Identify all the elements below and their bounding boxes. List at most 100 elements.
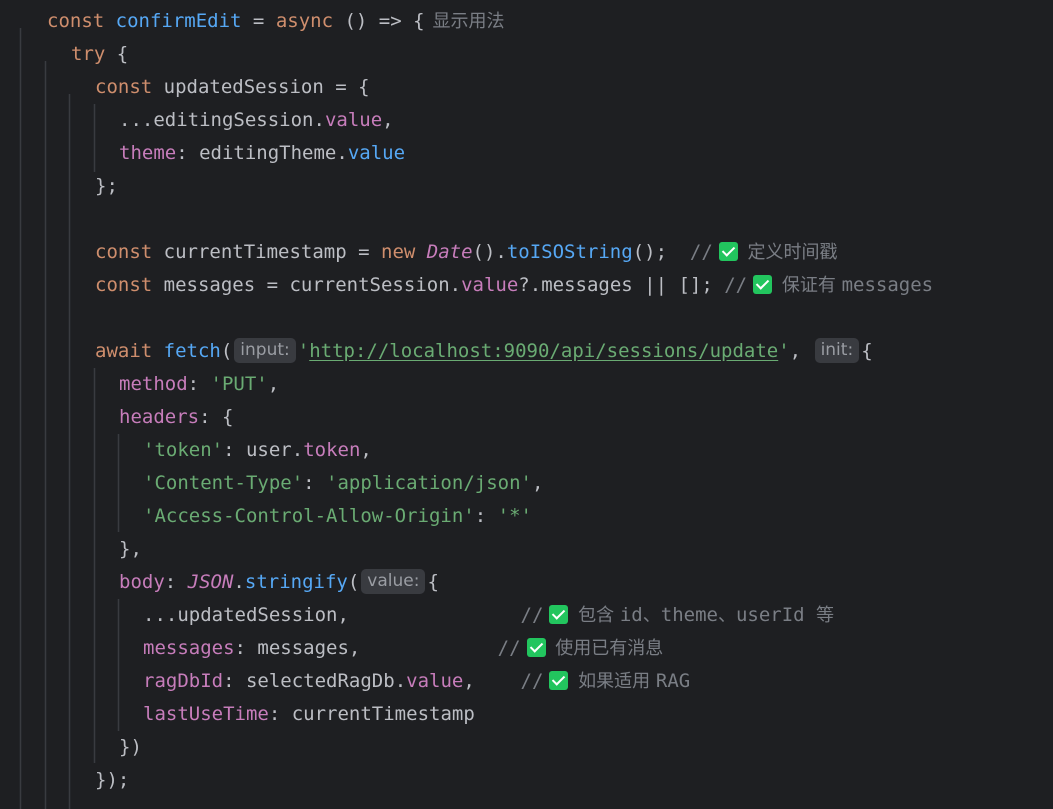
comment-token: // xyxy=(689,241,713,263)
identifier-token: editingTheme xyxy=(199,142,337,164)
property-token: body xyxy=(119,571,165,593)
identifier-token: currentTimestamp xyxy=(163,241,347,263)
code-line[interactable]: }) xyxy=(0,731,1053,764)
parameter-hint: input: xyxy=(234,338,296,363)
identifier-token: editingSession xyxy=(153,109,314,131)
property-token: value xyxy=(406,670,464,692)
comment-token: // xyxy=(520,670,544,692)
code-line[interactable]: body: JSON.stringify(value:{ xyxy=(0,566,1053,599)
punctuation-token: , xyxy=(463,670,521,692)
string-token: 'Access-Control-Allow-Origin' xyxy=(143,505,475,527)
code-line[interactable]: const messages = currentSession.value?.m… xyxy=(0,269,1053,302)
punctuation-token: { xyxy=(105,43,129,65)
keyword-token: await xyxy=(95,340,164,362)
property-token: lastUseTime xyxy=(143,703,269,725)
comment-token: theme xyxy=(660,604,718,626)
class-token: Date xyxy=(426,241,473,263)
identifier-token: updatedSession xyxy=(177,604,338,626)
code-line[interactable]: const currentTimestamp = new Date().toIS… xyxy=(0,236,1053,269)
url-link[interactable]: http://localhost:9090/api/sessions/updat… xyxy=(309,340,778,362)
punctuation-token: () => { xyxy=(333,10,425,32)
punctuation-token: = { xyxy=(323,76,370,98)
code-line[interactable]: ragDbId: selectedRagDb.value, // 如果适用 RA… xyxy=(0,665,1053,698)
punctuation-token: : xyxy=(176,142,200,164)
punctuation-token: || []; xyxy=(632,274,725,296)
class-token: JSON xyxy=(187,571,234,593)
code-line[interactable]: 'Content-Type': 'application/json', xyxy=(0,467,1053,500)
code-line[interactable]: method: 'PUT', xyxy=(0,368,1053,401)
code-editor[interactable]: const confirmEdit = async () => {显示用法 try… xyxy=(0,0,1053,809)
punctuation-token: : xyxy=(474,505,498,527)
punctuation-token: ( xyxy=(347,571,360,593)
property-token: token xyxy=(303,439,361,461)
string-token: 'token' xyxy=(143,439,224,461)
punctuation-token: : xyxy=(223,670,246,692)
comment-text: 包含 xyxy=(572,605,620,626)
comment-token: messages xyxy=(841,274,934,296)
code-line[interactable]: }; xyxy=(0,170,1053,203)
property-token: value xyxy=(324,109,383,131)
code-line[interactable]: theme: editingTheme.value xyxy=(0,137,1053,170)
code-line[interactable]: 'token': user.token, xyxy=(0,434,1053,467)
comment-text: 定义时间戳 xyxy=(741,242,838,263)
code-line[interactable]: ...updatedSession, // 包含 id、theme、userId… xyxy=(0,599,1053,632)
punctuation-token: = xyxy=(346,241,381,263)
punctuation-token: ... xyxy=(143,604,178,626)
identifier-token: currentSession xyxy=(289,274,450,296)
comment-text: 等 xyxy=(816,605,835,626)
punctuation-token: . xyxy=(313,109,325,131)
usage-inlay-hint[interactable]: 显示用法 xyxy=(433,11,505,32)
code-line[interactable] xyxy=(0,203,1053,236)
identifier-token: user xyxy=(245,439,292,461)
property-token: method xyxy=(119,373,188,395)
string-token: 'PUT' xyxy=(210,373,268,395)
punctuation-token: }, xyxy=(119,538,142,560)
punctuation-token: ( xyxy=(220,340,233,362)
property-token: headers xyxy=(119,406,200,428)
property-token: messages xyxy=(143,637,235,659)
function-token: confirmEdit xyxy=(115,10,242,32)
punctuation-token: , xyxy=(360,439,372,461)
parameter-hint: value: xyxy=(361,569,426,594)
punctuation-token: . xyxy=(233,571,245,593)
comment-text: 保证有 xyxy=(776,275,842,296)
keyword-token: const xyxy=(95,76,164,98)
punctuation-token: (); xyxy=(632,241,690,263)
punctuation-token: : xyxy=(234,637,258,659)
check-mark-icon xyxy=(549,605,569,624)
code-line[interactable]: ...editingSession.value, xyxy=(0,104,1053,137)
comment-token: // xyxy=(497,637,521,659)
code-line[interactable]: }, xyxy=(0,533,1053,566)
property-token: value xyxy=(461,274,519,296)
punctuation-token: { xyxy=(861,340,873,362)
punctuation-token: }) xyxy=(119,736,142,758)
keyword-token: const xyxy=(95,241,164,263)
code-line[interactable]: await fetch(input:'http://localhost:9090… xyxy=(0,335,1053,368)
identifier-token: currentTimestamp xyxy=(291,703,475,725)
punctuation-token: : xyxy=(223,439,246,461)
punctuation-token: . xyxy=(291,439,304,461)
punctuation-token: . xyxy=(449,274,462,296)
punctuation-token: }); xyxy=(95,769,130,791)
code-line[interactable]: messages: messages, // 使用已有消息 xyxy=(0,632,1053,665)
punctuation-token: , xyxy=(382,109,394,131)
punctuation-token: ?. xyxy=(518,274,542,296)
punctuation-token: : { xyxy=(199,406,234,428)
code-line[interactable]: const confirmEdit = async () => {显示用法 xyxy=(0,5,1053,38)
comment-token: // xyxy=(724,274,748,296)
keyword-token: const xyxy=(47,10,116,32)
code-line[interactable]: 'Access-Control-Allow-Origin': '*' xyxy=(0,500,1053,533)
punctuation-token: , xyxy=(531,472,544,494)
code-line[interactable]: }); xyxy=(0,764,1053,797)
code-line[interactable]: try { xyxy=(0,38,1053,71)
check-mark-icon xyxy=(753,275,773,294)
punctuation-token: }; xyxy=(95,175,118,197)
comment-token: id xyxy=(619,604,643,626)
code-line[interactable]: const updatedSession = { xyxy=(0,71,1053,104)
code-line[interactable]: headers: { xyxy=(0,401,1053,434)
function-token: stringify xyxy=(244,571,348,593)
code-line[interactable] xyxy=(0,302,1053,335)
code-line[interactable]: lastUseTime: currentTimestamp xyxy=(0,698,1053,731)
string-token: 'application/json' xyxy=(326,472,532,494)
property-token: ragDbId xyxy=(143,670,224,692)
